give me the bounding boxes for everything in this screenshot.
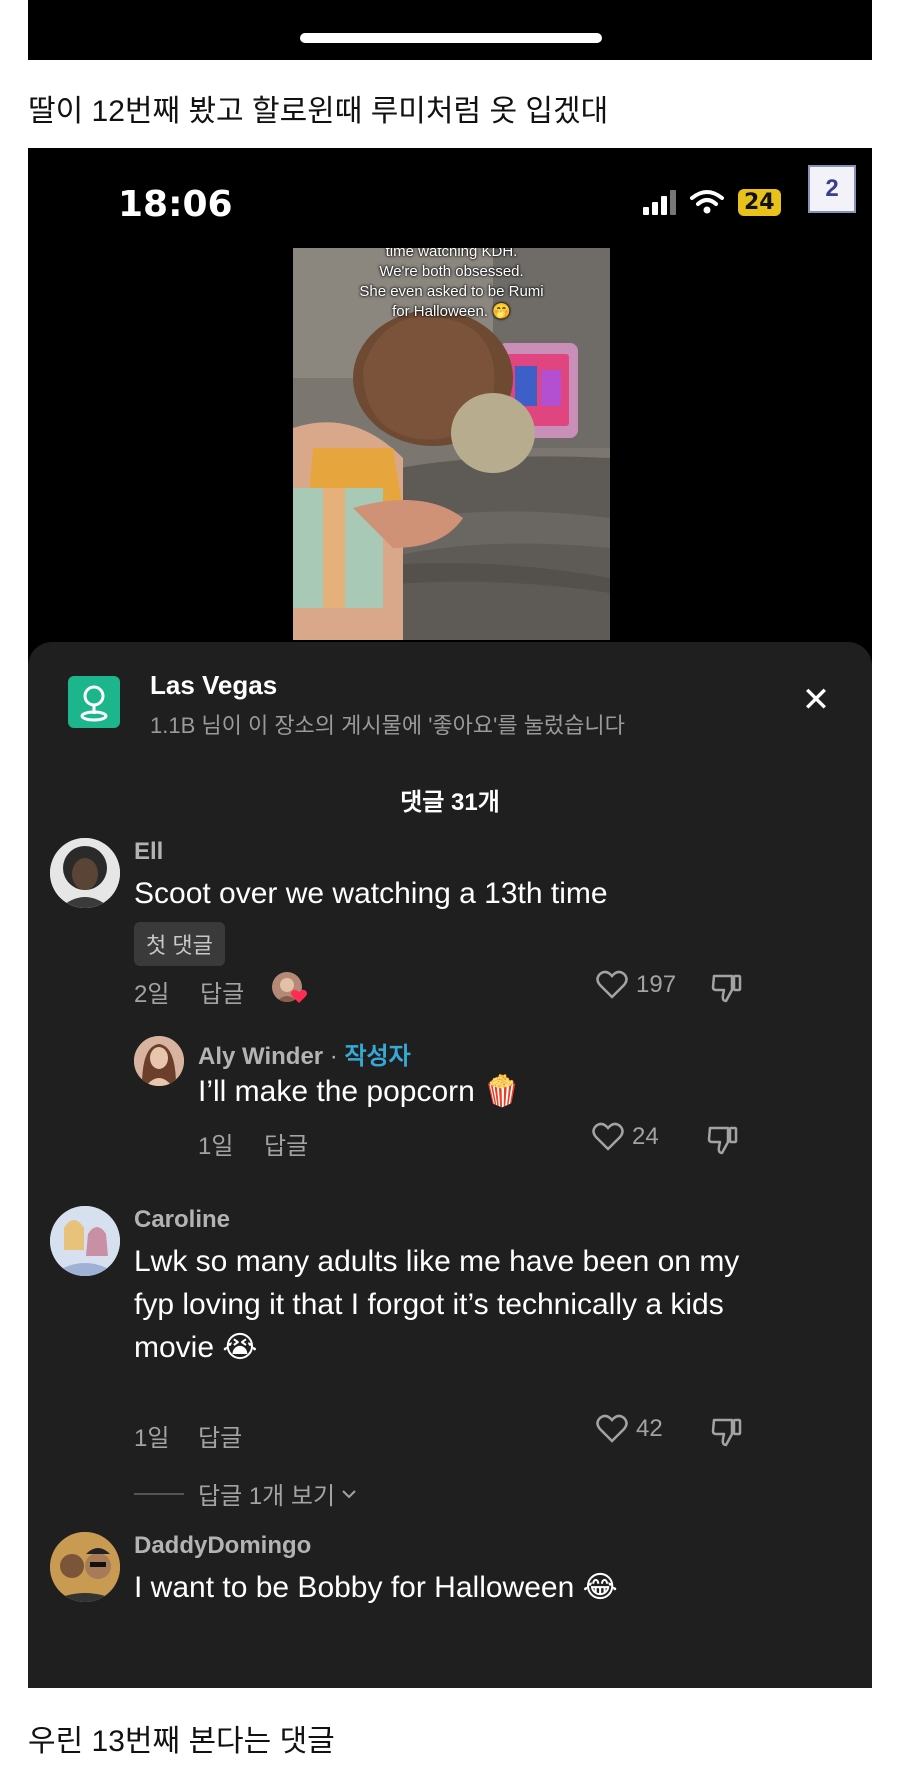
comment-text: I’ll make the popcorn 🍿 xyxy=(198,1075,521,1108)
comments-sheet: Las Vegas 1.1B 님이 이 장소의 게시물에 '좋아요'를 눌렀습니… xyxy=(28,642,872,1688)
comment-time: 1일 xyxy=(198,1133,234,1160)
creator-heart-icon xyxy=(291,989,307,1003)
like-count: 197 xyxy=(636,971,677,998)
comment-text: Lwk so many adults like me have been on … xyxy=(134,1245,740,1364)
heart-outline-icon xyxy=(596,970,628,999)
post-caption: 딸이 12번째 봤고 할로윈때 루미처럼 옷 입겠대 xyxy=(28,95,609,128)
wifi-icon xyxy=(690,190,724,214)
location-likes-subtitle: 1.1B 님이 이 장소의 게시물에 '좋아요'를 눌렀습니다 xyxy=(150,713,625,738)
avatar[interactable] xyxy=(50,1532,120,1602)
video-overlay-caption: time watching KDH. We're both obsessed. … xyxy=(359,248,544,320)
bottom-caption: 우린 13번째 본다는 댓글 xyxy=(28,1725,335,1758)
location-title[interactable]: Las Vegas xyxy=(150,670,277,701)
comment-author[interactable]: Ell xyxy=(134,838,163,866)
cellular-signal-icon xyxy=(643,189,676,215)
divider-line xyxy=(134,1492,184,1495)
home-indicator xyxy=(300,33,602,43)
battery-indicator: 24 xyxy=(738,188,781,216)
like-button[interactable]: 24 xyxy=(592,1122,659,1152)
comment-time: 1일 xyxy=(134,1425,170,1452)
first-comment-badge: 첫 댓글 xyxy=(134,922,225,966)
previous-screenshot-strip xyxy=(28,0,872,60)
status-icons: 24 xyxy=(643,184,781,220)
view-replies-button[interactable]: 답글 1개 보기 xyxy=(134,1476,357,1511)
phone-screenshot: 18:06 24 2 time watching KDH. We're both… xyxy=(28,148,872,1688)
avatar[interactable] xyxy=(50,1206,120,1276)
page-number-badge: 2 xyxy=(808,165,856,213)
like-button[interactable]: 42 xyxy=(596,1414,663,1444)
avatar[interactable] xyxy=(134,1036,184,1086)
status-time: 18:06 xyxy=(118,184,233,225)
comments-count-title: 댓글 31개 xyxy=(400,789,500,816)
reply-button[interactable]: 답글 xyxy=(198,1418,242,1453)
reply-button[interactable]: 답글 xyxy=(264,1126,308,1161)
creator-label: 작성자 xyxy=(344,1043,411,1070)
location-pin-icon[interactable] xyxy=(68,676,120,728)
comment-time: 2일 xyxy=(134,981,170,1008)
like-button[interactable]: 197 xyxy=(596,970,676,1000)
thumbs-down-icon[interactable] xyxy=(710,1414,744,1448)
chevron-down-icon xyxy=(342,1489,356,1498)
avatar[interactable] xyxy=(50,838,120,908)
close-icon[interactable]: ✕ xyxy=(798,682,834,718)
comment-text: Scoot over we watching a 13th time xyxy=(134,877,608,910)
thumbs-down-icon[interactable] xyxy=(710,970,744,1004)
comment-author[interactable]: DaddyDomingo xyxy=(134,1532,311,1560)
comment-author[interactable]: Aly Winder · 작성자 xyxy=(198,1036,411,1071)
heart-outline-icon xyxy=(596,1414,628,1443)
heart-outline-icon xyxy=(592,1122,624,1151)
reply-button[interactable]: 답글 xyxy=(200,974,244,1009)
like-count: 24 xyxy=(632,1123,659,1150)
video-player[interactable]: time watching KDH. We're both obsessed. … xyxy=(293,248,610,640)
thumbs-down-icon[interactable] xyxy=(706,1122,740,1156)
comment-author[interactable]: Caroline xyxy=(134,1206,230,1234)
like-count: 42 xyxy=(636,1415,663,1442)
comment-text: I want to be Bobby for Halloween 😂 xyxy=(134,1571,618,1604)
